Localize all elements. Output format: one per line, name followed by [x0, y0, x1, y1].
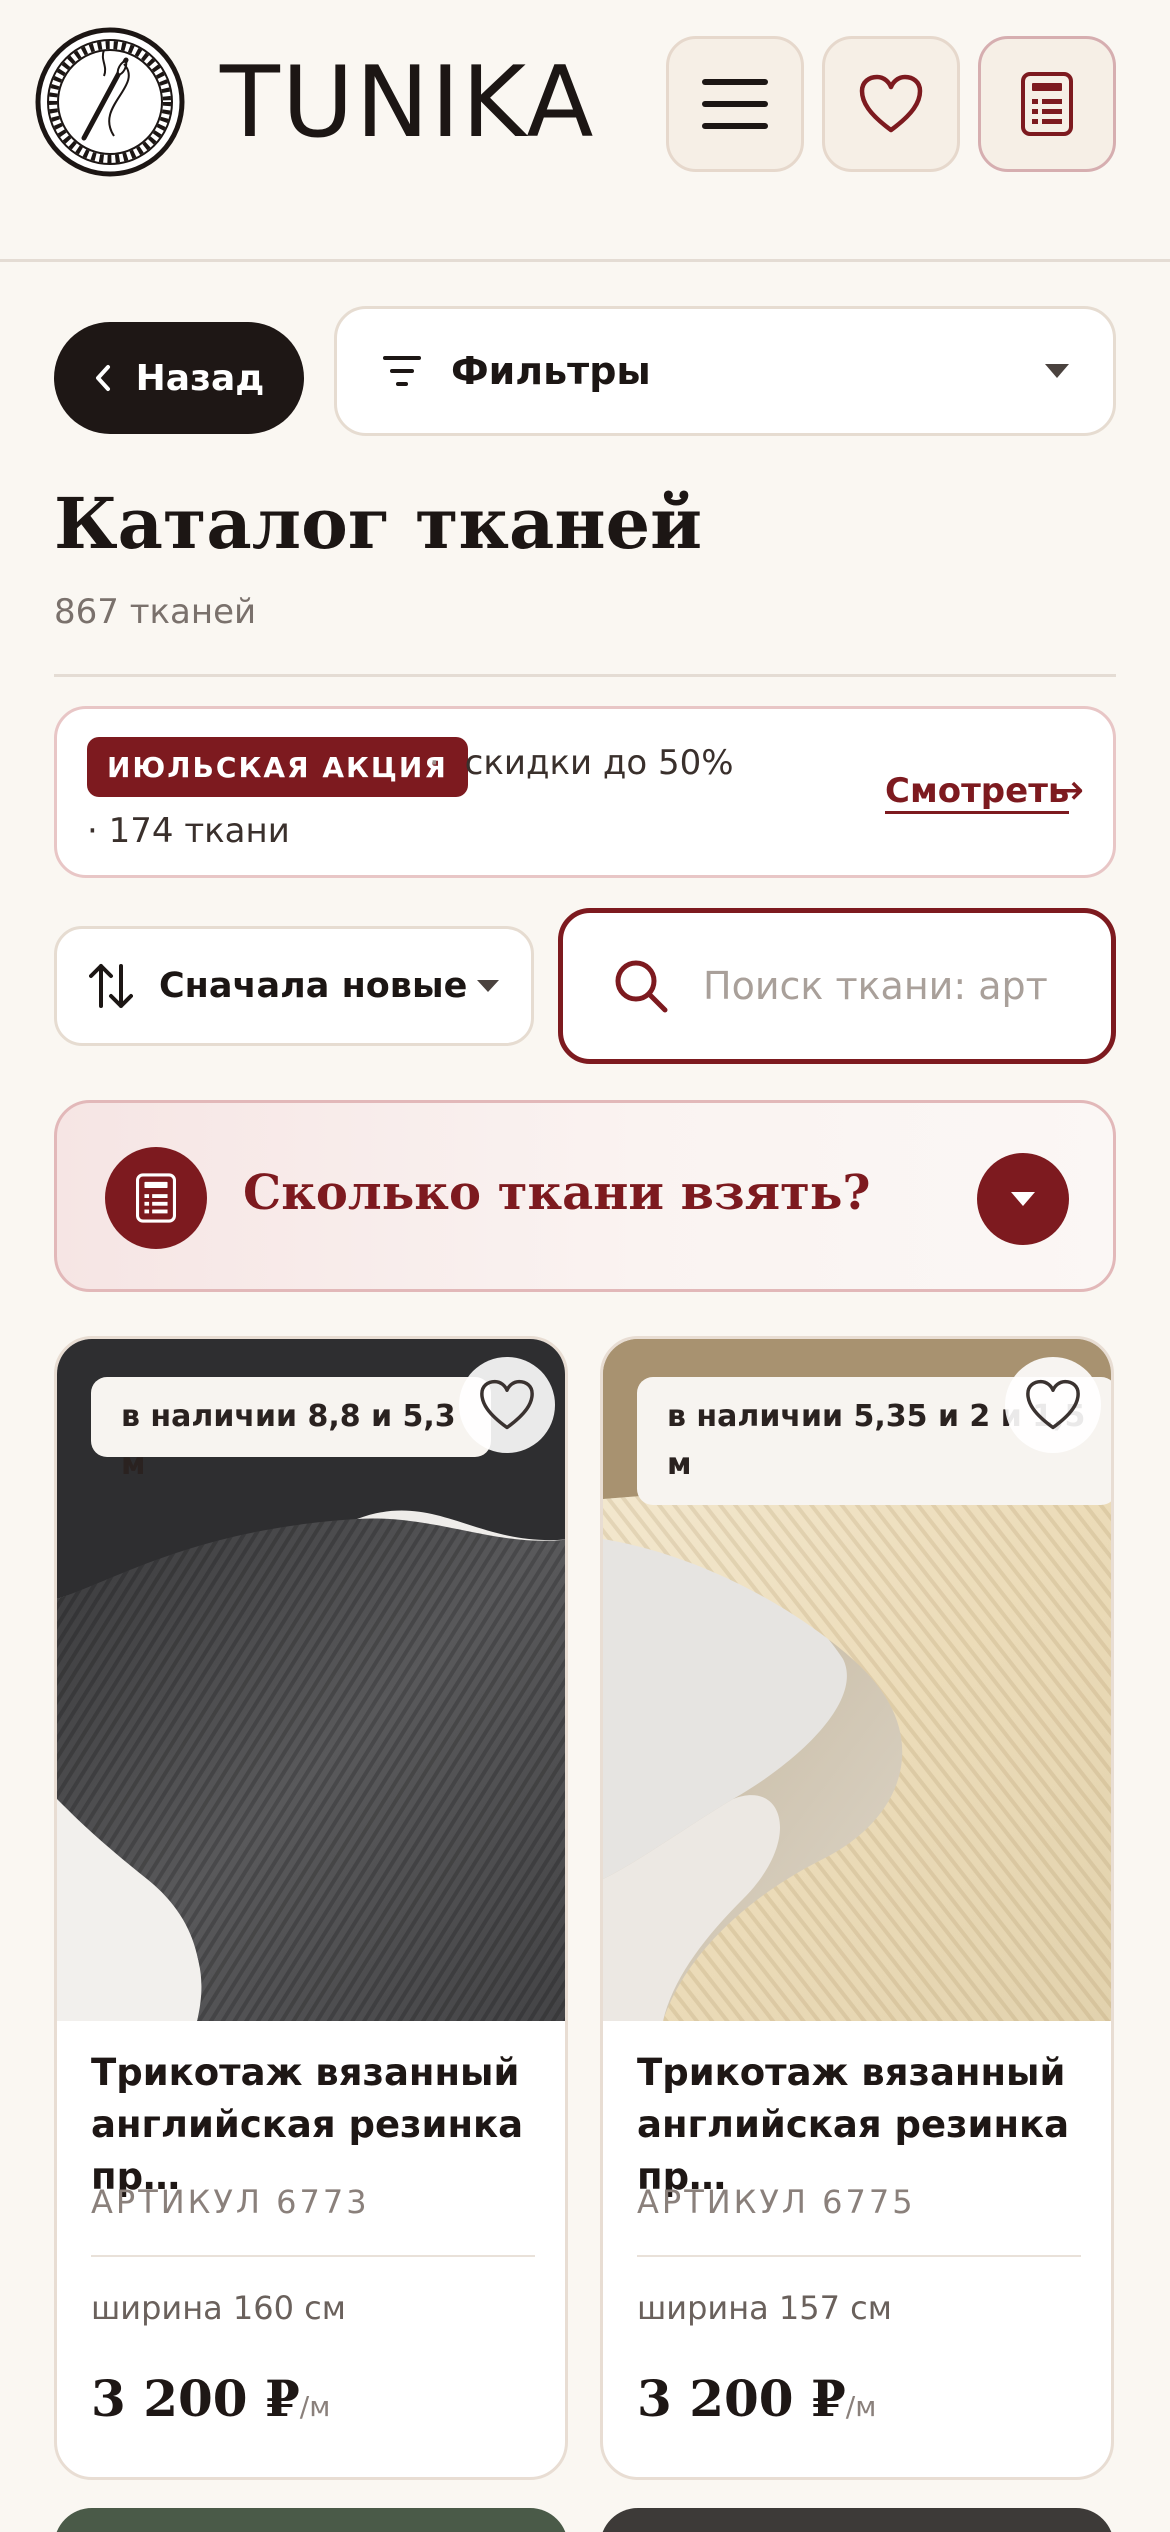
product-card[interactable]: в наличии 5,35 и 2 и 1,5 м Трикотаж вяза…: [600, 1336, 1114, 2480]
product-card-next[interactable]: [54, 2508, 568, 2532]
filters-dropdown[interactable]: Фильтры: [334, 306, 1116, 436]
chevron-left-icon: [95, 365, 110, 391]
heart-icon: [480, 1379, 534, 1430]
arrow-right-icon[interactable]: →: [1049, 765, 1084, 814]
heart-icon: [859, 74, 923, 133]
product-price: 3 200 ₽/м: [91, 2369, 330, 2428]
stock-badge: в наличии 8,8 и 5,3 м: [91, 1377, 491, 1482]
product-width: ширина 157 см: [637, 2289, 892, 2327]
menu-button[interactable]: [666, 36, 804, 172]
product-card[interactable]: в наличии 8,8 и 5,3 м Трикотаж вязанный …: [54, 1336, 568, 2480]
product-price: 3 200 ₽/м: [637, 2369, 876, 2428]
promo-see-link[interactable]: Смотреть: [885, 771, 1070, 814]
price-unit: /м: [845, 2390, 877, 2423]
search-icon: [615, 960, 668, 1013]
brand-name[interactable]: TUNIKA: [220, 48, 595, 158]
promo-banner[interactable]: ИЮЛЬСКАЯ АКЦИЯ · скидки до 50% · 174 тка…: [54, 706, 1116, 878]
promo-discount-text: скидки до 50%: [464, 743, 734, 783]
fabric-calculator-panel[interactable]: Сколько ткани взять?: [54, 1100, 1116, 1292]
product-article: АРТИКУЛ 6773: [91, 2183, 370, 2221]
product-name[interactable]: Трикотаж вязанный английская резинка пр…: [637, 2047, 1087, 2203]
logo-icon[interactable]: [34, 26, 186, 178]
caret-down-icon: [1045, 364, 1069, 378]
promo-separator: ·: [429, 743, 440, 783]
header: TUNIKA: [0, 0, 1170, 262]
back-label: Назад: [135, 357, 265, 399]
promo-discount: · скидки до 50%: [429, 743, 734, 783]
sort-label: Сначала новые: [159, 966, 468, 1006]
price-unit: /м: [299, 2390, 331, 2423]
calculator-toggle-button[interactable]: [977, 1153, 1069, 1245]
filter-icon: [383, 356, 421, 386]
calculator-icon: [136, 1173, 176, 1223]
filters-label: Фильтры: [451, 349, 651, 393]
fabric-count: 867 тканей: [54, 592, 257, 632]
search-input[interactable]: [703, 964, 1063, 1008]
sort-arrows-icon: [89, 964, 133, 1008]
product-name[interactable]: Трикотаж вязанный английская резинка пр…: [91, 2047, 541, 2203]
promo-badge: ИЮЛЬСКАЯ АКЦИЯ: [87, 737, 468, 797]
back-button[interactable]: Назад: [54, 322, 304, 434]
product-card-next[interactable]: [600, 2508, 1114, 2532]
favorites-button[interactable]: [822, 36, 960, 172]
calculator-question: Сколько ткани взять?: [243, 1165, 871, 1221]
divider: [637, 2255, 1081, 2257]
calculator-icon: [1021, 72, 1073, 136]
price-value: 3 200 ₽: [91, 2369, 300, 2428]
sort-dropdown[interactable]: Сначала новые: [54, 926, 534, 1046]
calculator-badge: [105, 1147, 207, 1249]
product-width: ширина 160 см: [91, 2289, 346, 2327]
caret-down-icon: [1011, 1192, 1035, 1206]
heart-icon: [1026, 1379, 1080, 1430]
divider: [54, 674, 1116, 677]
search-field[interactable]: [558, 908, 1116, 1064]
add-to-favorites-button[interactable]: [1005, 1357, 1101, 1453]
add-to-favorites-button[interactable]: [459, 1357, 555, 1453]
hamburger-menu-icon: [702, 79, 768, 129]
promo-items: · 174 ткани: [87, 811, 290, 851]
product-article: АРТИКУЛ 6775: [637, 2183, 916, 2221]
divider: [91, 2255, 535, 2257]
page-title: Каталог тканей: [54, 482, 703, 565]
caret-down-icon: [477, 980, 499, 992]
price-value: 3 200 ₽: [637, 2369, 846, 2428]
calculator-button[interactable]: [978, 36, 1116, 172]
